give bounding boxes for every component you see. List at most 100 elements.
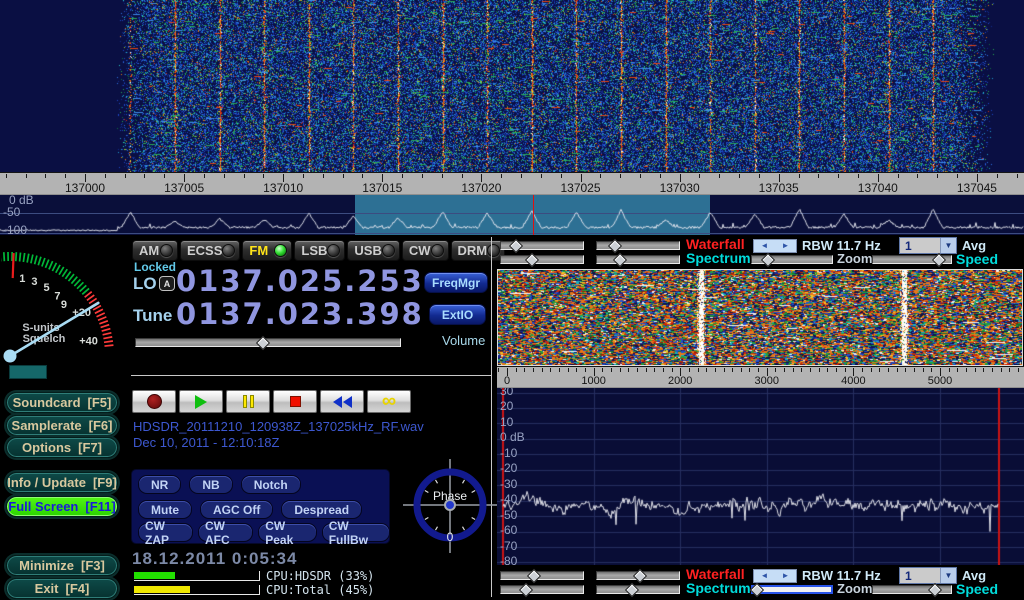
recording-timestamp: Dec 10, 2011 - 12:10:18Z: [133, 435, 279, 450]
phase-dial: Phase0: [400, 455, 500, 555]
record-button[interactable]: [132, 390, 176, 413]
led-off-icon: [431, 244, 444, 257]
avg-select[interactable]: 1▼: [899, 237, 957, 254]
scale-tick: [516, 368, 517, 372]
waterfall-gain-slider-thumb[interactable]: [633, 568, 647, 582]
squelch-tab[interactable]: [9, 365, 47, 379]
rewind-button[interactable]: [320, 390, 364, 413]
side-button-info-update[interactable]: Info / Update[F9]: [6, 472, 118, 493]
dsp-button-nb[interactable]: NB: [190, 476, 231, 493]
locked-label: Locked: [134, 260, 176, 274]
tune-frequency-display[interactable]: 0137.023.398: [176, 299, 424, 329]
led-on-icon: [274, 244, 287, 257]
play-button[interactable]: [179, 390, 223, 413]
rbw-spinner[interactable]: ◄►: [753, 239, 797, 253]
scale-tick: [611, 368, 612, 372]
volume-slider[interactable]: [135, 338, 401, 347]
spin-left-icon[interactable]: ◄: [761, 572, 769, 580]
side-button-key: [F11]: [85, 499, 115, 514]
dsp-button-cw-afc[interactable]: CW AFC: [199, 524, 252, 541]
mode-button-am[interactable]: AM: [132, 240, 178, 261]
side-button-label: Exit: [35, 581, 59, 596]
zoom-slider[interactable]: [751, 585, 833, 594]
rf-waterfall[interactable]: [0, 0, 1024, 172]
waterfall-level-slider-thumb[interactable]: [527, 568, 541, 582]
waterfall-level-slider[interactable]: [500, 241, 584, 250]
tune-cursor[interactable]: [533, 195, 534, 235]
spin-right-icon[interactable]: ►: [782, 242, 790, 250]
dsp-button-mute[interactable]: Mute: [139, 501, 191, 518]
dsp-button-notch[interactable]: Notch: [242, 476, 300, 493]
rbw-spinner[interactable]: ◄►: [753, 569, 797, 583]
zoom-slider-thumb[interactable]: [750, 582, 764, 596]
dropdown-arrow-icon[interactable]: ▼: [940, 568, 956, 583]
rf-spectrum[interactable]: 0 dB-50-100: [0, 195, 1024, 235]
dsp-button-nr[interactable]: NR: [139, 476, 180, 493]
speed-slider[interactable]: [872, 255, 952, 264]
speed-slider[interactable]: [872, 585, 952, 594]
spin-right-icon[interactable]: ►: [782, 572, 790, 580]
scale-tick: [663, 368, 664, 372]
side-button-soundcard[interactable]: Soundcard[F5]: [6, 392, 118, 413]
mode-button-usb[interactable]: USB: [347, 240, 399, 261]
side-button-samplerate[interactable]: Samplerate[F6]: [6, 415, 118, 436]
frequency-scale[interactable]: 1370001370051370101370151370201370251370…: [0, 172, 1024, 195]
spectrum-level-slider[interactable]: [500, 585, 584, 594]
mode-button-fm[interactable]: FM: [242, 240, 292, 261]
audio-waterfall[interactable]: [498, 270, 1022, 365]
freqmgr-button[interactable]: FreqMgr: [424, 272, 488, 293]
spectrum-gain-slider[interactable]: [596, 255, 680, 264]
scale-tick: [749, 368, 750, 372]
scale-tick: [905, 368, 906, 372]
waterfall-level-slider[interactable]: [500, 571, 584, 580]
speed-slider-thumb[interactable]: [928, 582, 942, 596]
spectrum-level-slider[interactable]: [500, 255, 584, 264]
zoom-slider-thumb[interactable]: [761, 252, 775, 266]
zoom-slider[interactable]: [751, 255, 833, 264]
scale-tick: [862, 368, 863, 372]
side-button-options[interactable]: Options[F7]: [6, 437, 118, 458]
dropdown-arrow-icon[interactable]: ▼: [940, 238, 956, 253]
rewind-icon: [333, 396, 352, 408]
loop-button[interactable]: ∞: [367, 390, 411, 413]
waterfall-gain-slider[interactable]: [596, 241, 680, 250]
audio-spectrum[interactable]: 3020100 dB-10-20-30-40-50-60-70-80: [497, 388, 1024, 565]
side-button-label: Options: [22, 440, 71, 455]
spectrum-gain-slider-thumb[interactable]: [625, 582, 639, 596]
scale-label: 137005: [164, 181, 204, 195]
waterfall-gain-slider-thumb[interactable]: [608, 238, 622, 252]
extio-button[interactable]: ExtIO: [429, 304, 486, 325]
spin-left-icon[interactable]: ◄: [761, 242, 769, 250]
mode-button-cw[interactable]: CW: [402, 240, 449, 261]
side-button-label: Info / Update: [7, 475, 86, 490]
dsp-button-agc-off[interactable]: AGC Off: [201, 501, 272, 518]
avg-select[interactable]: 1▼: [899, 567, 957, 584]
dsp-button-cw-peak[interactable]: CW Peak: [259, 524, 316, 541]
side-button-minimize[interactable]: Minimize[F3]: [6, 555, 118, 576]
side-button-exit[interactable]: Exit[F4]: [6, 578, 118, 599]
spectrum-gain-slider-thumb[interactable]: [613, 252, 627, 266]
scale-tick: [858, 174, 859, 178]
lo-lock-badge[interactable]: A: [159, 276, 175, 291]
mode-label: DRM: [458, 243, 488, 258]
mode-button-lsb[interactable]: LSB: [294, 240, 345, 261]
mode-button-ecss[interactable]: ECSS: [180, 240, 240, 261]
audio-frequency-scale[interactable]: 010002000300040005000: [497, 366, 1024, 388]
dsp-button-despread[interactable]: Despread: [282, 501, 361, 518]
db-label: -10: [500, 447, 517, 459]
waterfall-gain-slider[interactable]: [596, 571, 680, 580]
waterfall-level-slider-thumb[interactable]: [509, 238, 523, 252]
local-datetime: 18.12.2011 0:05:34: [132, 549, 297, 569]
volume-slider-thumb[interactable]: [256, 335, 270, 349]
spectrum-level-slider-thumb[interactable]: [519, 582, 533, 596]
scale-tick: [602, 368, 603, 372]
speed-slider-thumb[interactable]: [932, 252, 946, 266]
spectrum-level-slider-thumb[interactable]: [525, 252, 539, 266]
lo-frequency-display[interactable]: 0137.025.253: [176, 266, 424, 296]
dsp-button-cw-zap[interactable]: CW ZAP: [139, 524, 192, 541]
dsp-button-cw-fullbw[interactable]: CW FullBw: [323, 524, 389, 541]
spectrum-gain-slider[interactable]: [596, 585, 680, 594]
stop-button[interactable]: [273, 390, 317, 413]
pause-button[interactable]: [226, 390, 270, 413]
side-button-full-screen[interactable]: Full Screen[F11]: [6, 496, 118, 517]
